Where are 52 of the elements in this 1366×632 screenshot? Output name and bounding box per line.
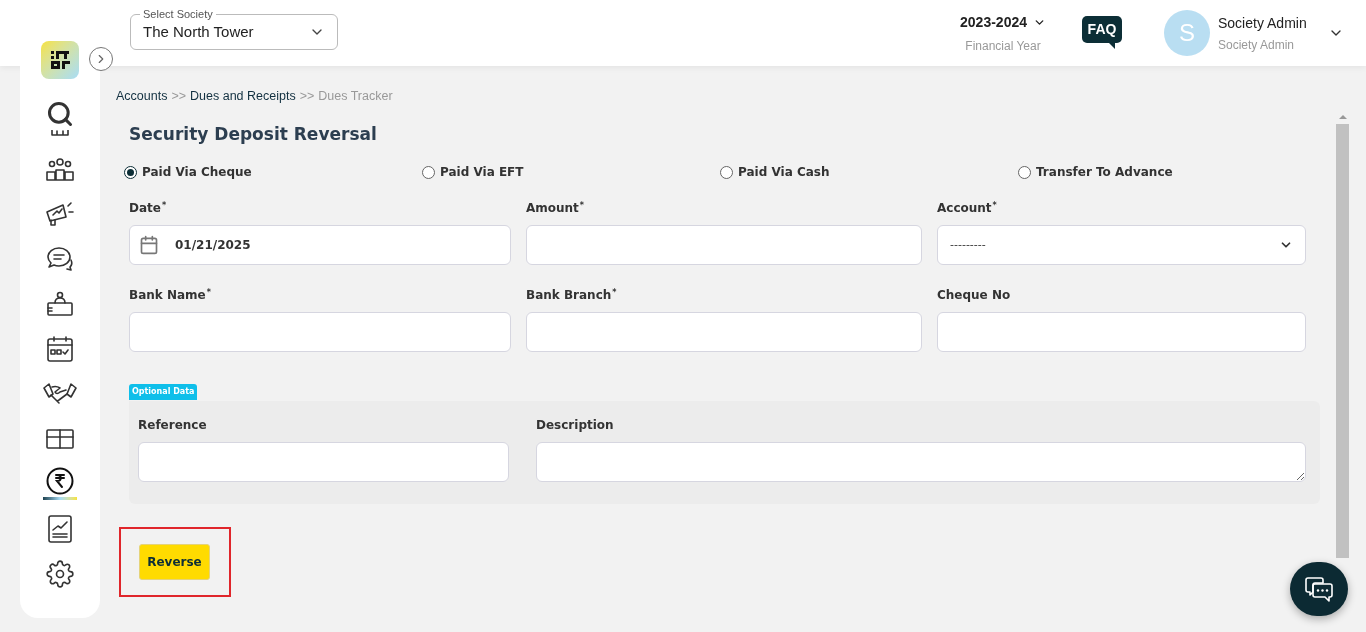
search-icon [46,99,74,128]
field-label: Reference [138,417,207,435]
account-select[interactable]: --------- [937,225,1306,266]
user-role: Society Admin [1218,36,1296,54]
calendar-icon [139,235,159,256]
society-name: The North Tower [143,21,254,42]
handshake-icon [43,381,77,406]
report-icon [48,514,72,543]
radio-button[interactable] [124,165,137,179]
box-icon [46,428,74,449]
field-label: Description [536,417,614,435]
megaphone-icon [45,199,75,228]
desk-icon [46,290,74,317]
radio-option[interactable]: Paid Via EFT [422,163,524,182]
breadcrumb-link[interactable]: Accounts [116,87,168,106]
breadcrumb-separator: >> [171,88,187,105]
radio-option[interactable]: Paid Via Cash [720,163,830,182]
field-label: Date$^{*}$ [129,200,167,218]
rupee-icon [46,467,74,495]
people-icon [46,156,74,181]
breadcrumb-separator: >> [299,88,315,105]
expand-sidebar-button[interactable] [89,47,113,71]
reverse-button[interactable]: Reverse [139,544,210,581]
radio-button[interactable] [422,165,435,179]
radio-option[interactable]: Transfer To Advance [1018,163,1173,182]
year-select[interactable]: 2023-2024 [960,11,1046,33]
field-label: Bank Branch$^{*}$ [526,287,617,305]
chat-icon [46,245,74,272]
input-field[interactable] [138,442,509,483]
breadcrumb-link[interactable]: Dues and Receipts [190,87,296,106]
input-field[interactable] [937,312,1306,353]
date-field[interactable]: 01/21/2025 [129,225,511,266]
radio-button[interactable] [1018,165,1031,179]
logo-icon[interactable] [41,41,79,79]
input-field[interactable] [526,225,922,266]
field-label: Cheque No [937,287,1011,305]
optional-data-badge: Optional Data [129,384,198,401]
year-caption: Financial Year [965,37,1041,55]
settings-icon [46,559,74,588]
calendar-icon [47,335,73,362]
field-label: Amount$^{*}$ [526,200,585,218]
radio-button[interactable] [720,165,733,179]
radio-option[interactable]: Paid Via Cheque [124,163,252,182]
select-label: Select Society [140,7,216,21]
input-field[interactable] [526,312,922,353]
field-label: Bank Name$^{*}$ [129,287,211,305]
page-title: Security Deposit Reversal [129,122,378,146]
user-name: Society Admin [1218,13,1308,33]
chat-button[interactable] [1290,562,1348,616]
field-label: Account$^{*}$ [937,200,997,218]
chat-icon [1305,576,1333,602]
input-field[interactable] [129,312,511,353]
